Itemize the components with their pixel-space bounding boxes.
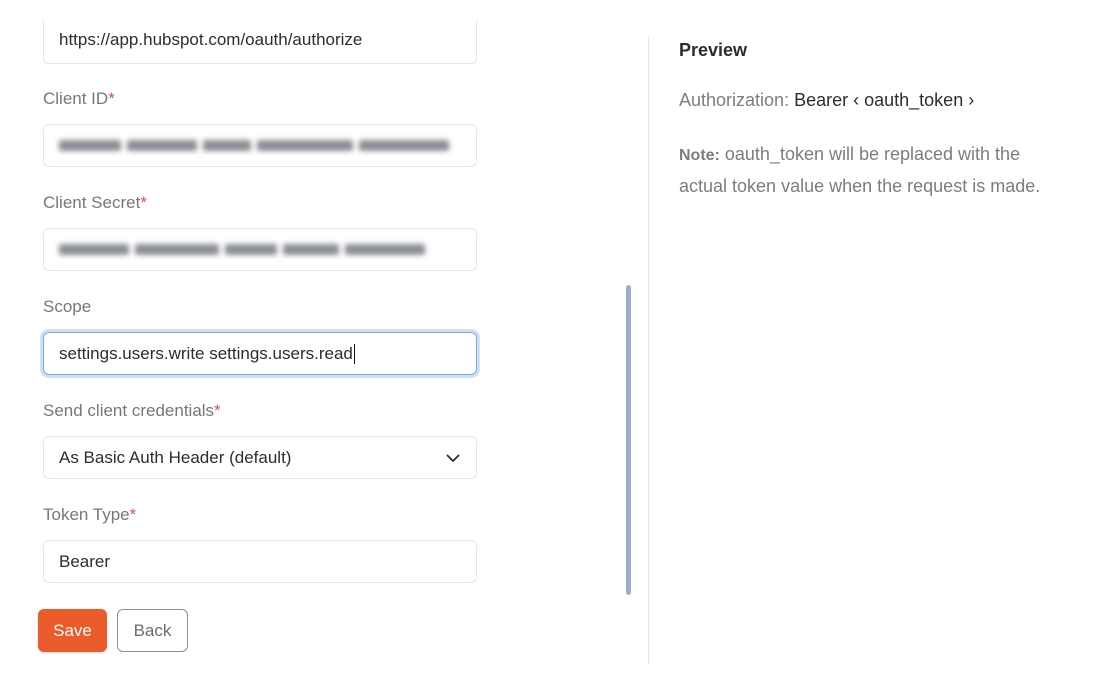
send-credentials-label: Send client credentials* bbox=[43, 401, 221, 420]
scrollbar-thumb[interactable] bbox=[626, 285, 631, 595]
note-text: oauth_token will be replaced with the ac… bbox=[679, 144, 1041, 196]
required-mark: * bbox=[214, 401, 221, 420]
back-button[interactable]: Back bbox=[117, 609, 188, 652]
scope-input[interactable]: settings.users.write settings.users.read bbox=[43, 332, 477, 375]
note-label: Note: bbox=[679, 147, 720, 164]
client-secret-label: Client Secret* bbox=[43, 193, 147, 212]
preview-note: Note: oauth_token will be replaced with … bbox=[679, 139, 1059, 201]
send-credentials-select[interactable]: As Basic Auth Header (default) bbox=[43, 436, 477, 479]
token-type-label: Token Type* bbox=[43, 505, 137, 524]
preview-authorization: Authorization: Bearer ‹ oauth_token › bbox=[679, 90, 974, 111]
authorization-value: Bearer ‹ oauth_token › bbox=[794, 90, 975, 110]
auth-url-input[interactable]: https://app.hubspot.com/oauth/authorize bbox=[43, 20, 477, 64]
client-id-input[interactable] bbox=[43, 124, 477, 167]
authorization-key: Authorization: bbox=[679, 90, 790, 110]
save-button[interactable]: Save bbox=[38, 609, 107, 652]
scope-value: settings.users.write settings.users.read bbox=[59, 343, 353, 363]
text-caret bbox=[353, 343, 355, 364]
preview-title: Preview bbox=[679, 40, 748, 60]
client-secret-input[interactable] bbox=[43, 228, 477, 271]
client-id-masked-value bbox=[59, 140, 449, 151]
send-credentials-selected: As Basic Auth Header (default) bbox=[59, 447, 292, 467]
chevron-down-icon bbox=[446, 454, 460, 462]
required-mark: * bbox=[108, 89, 115, 108]
token-type-input[interactable]: Bearer bbox=[43, 540, 477, 583]
pane-divider bbox=[648, 36, 649, 664]
client-secret-masked-value bbox=[59, 244, 425, 255]
token-type-value: Bearer bbox=[59, 551, 111, 571]
auth-url-value: https://app.hubspot.com/oauth/authorize bbox=[59, 30, 363, 49]
required-mark: * bbox=[129, 505, 137, 524]
client-id-label: Client ID* bbox=[43, 89, 115, 108]
scope-label: Scope bbox=[43, 297, 92, 316]
oauth-form: https://app.hubspot.com/oauth/authorize … bbox=[0, 0, 648, 676]
required-mark: * bbox=[140, 193, 147, 212]
